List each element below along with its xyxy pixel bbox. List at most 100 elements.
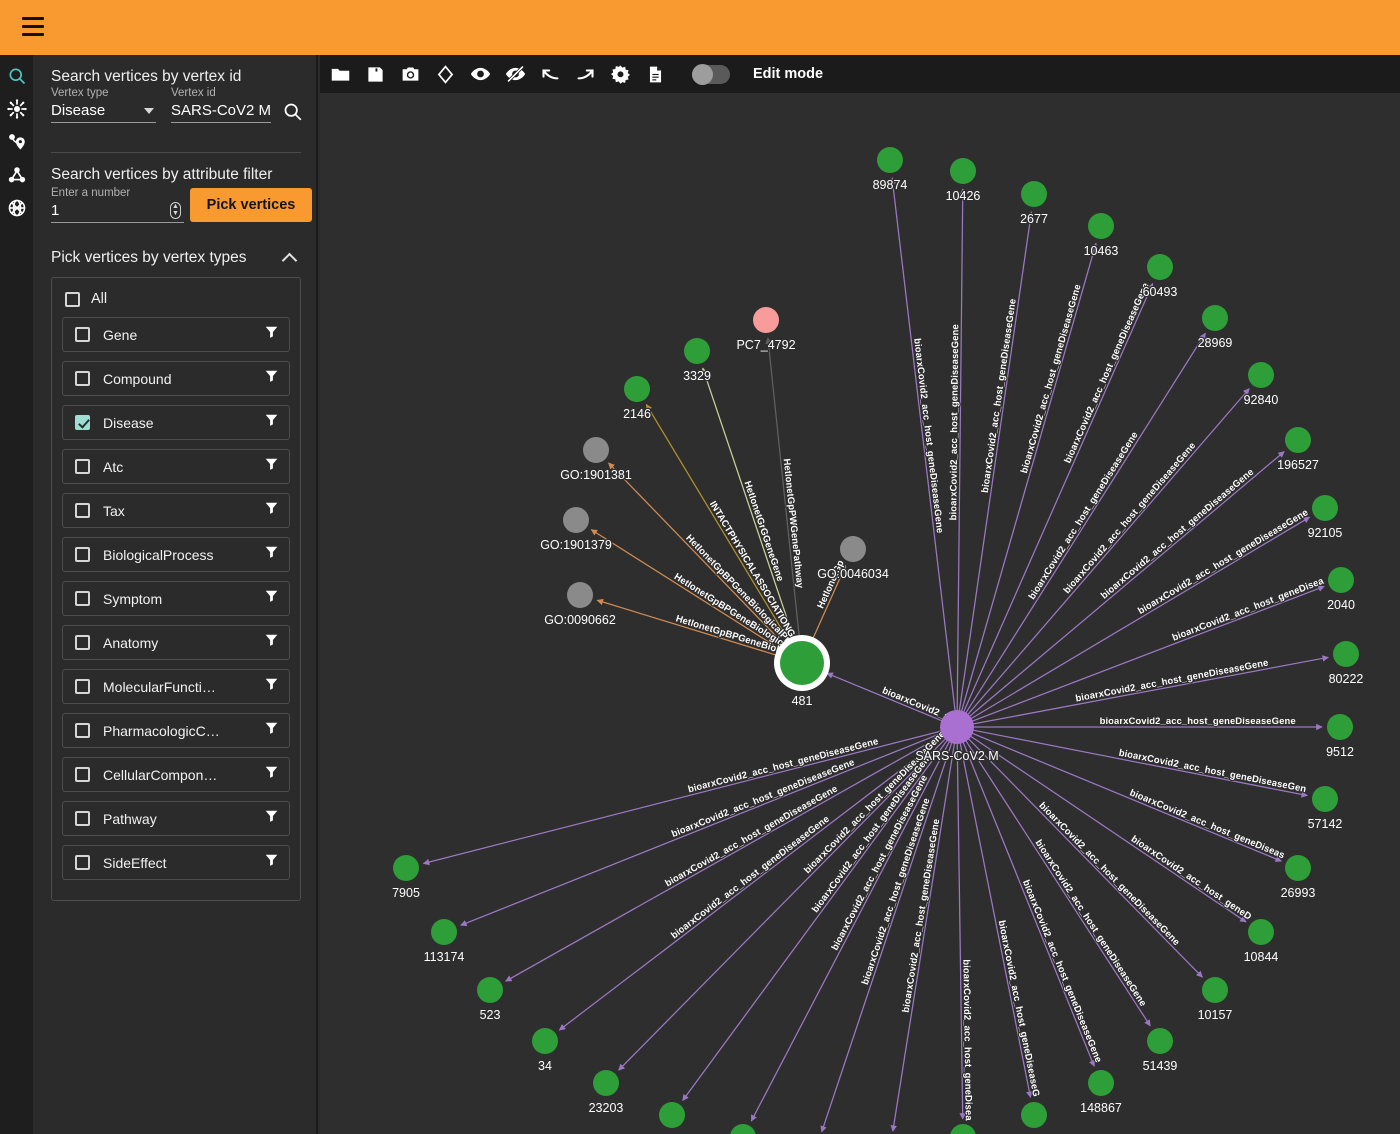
graph-node[interactable]: 25980: [726, 1124, 761, 1134]
camera-icon[interactable]: [400, 64, 421, 85]
node-circle[interactable]: [1202, 305, 1228, 331]
graph-node[interactable]: 10426: [944, 158, 982, 204]
graph-node[interactable]: 23203: [587, 1070, 625, 1116]
graph-edge[interactable]: [889, 177, 957, 716]
node-circle[interactable]: [532, 1028, 558, 1054]
node-circle[interactable]: [950, 158, 976, 184]
node-circle[interactable]: [393, 855, 419, 881]
graph-node[interactable]: 60493: [1141, 254, 1179, 300]
node-circle[interactable]: [877, 147, 903, 173]
graph-nodes-icon[interactable]: [7, 165, 27, 185]
graph-node[interactable]: GO:1901379: [539, 507, 613, 553]
graph-node[interactable]: GO:0046034: [816, 536, 890, 582]
graph-node[interactable]: 92840: [1242, 362, 1280, 408]
node-circle[interactable]: [1248, 362, 1274, 388]
number-stepper-icon[interactable]: ▲ ▼: [170, 202, 181, 219]
node-circle[interactable]: [1021, 1102, 1047, 1128]
vertex-type-checkbox[interactable]: [75, 547, 90, 562]
vertex-type-checkbox[interactable]: [75, 855, 90, 870]
vertex-type-checkbox[interactable]: [75, 635, 90, 650]
vertex-type-checkbox[interactable]: [75, 723, 90, 738]
node-circle[interactable]: [593, 1070, 619, 1096]
graph-node[interactable]: 79934: [1015, 1102, 1053, 1134]
vertex-type-checkbox[interactable]: [75, 371, 90, 386]
node-circle[interactable]: [1328, 567, 1354, 593]
graph-edge[interactable]: [956, 738, 966, 1120]
save-disk-icon[interactable]: [365, 64, 386, 85]
node-circle[interactable]: [780, 641, 824, 685]
graph-node[interactable]: 9512: [1325, 714, 1355, 760]
vertex-type-row[interactable]: PharmacologicC…: [62, 713, 290, 748]
graph-node[interactable]: 196527: [1276, 427, 1320, 473]
graph-node[interactable]: 10531: [653, 1102, 691, 1134]
graph-node[interactable]: 26993: [1279, 855, 1317, 901]
number-input[interactable]: 1 ▲ ▼: [51, 199, 184, 223]
eye-icon[interactable]: [470, 64, 491, 85]
vertex-type-checkbox[interactable]: [75, 811, 90, 826]
graph-node[interactable]: SARS-CoV2 M: [914, 710, 1000, 764]
node-circle[interactable]: [1202, 977, 1228, 1003]
target-icon[interactable]: [435, 64, 456, 85]
graph-node[interactable]: 148867: [1079, 1070, 1123, 1116]
graph-node[interactable]: 10897: [946, 1124, 981, 1134]
filter-funnel-icon[interactable]: [264, 589, 279, 608]
node-circle[interactable]: [477, 977, 503, 1003]
node-circle[interactable]: [1088, 213, 1114, 239]
filter-funnel-icon[interactable]: [264, 369, 279, 388]
vertex-type-row[interactable]: Anatomy: [62, 625, 290, 660]
node-circle[interactable]: [563, 507, 589, 533]
vertex-type-checkbox[interactable]: [75, 679, 90, 694]
graph-node[interactable]: 523: [477, 977, 503, 1023]
vertex-type-checkbox[interactable]: [75, 767, 90, 782]
redo-icon[interactable]: [575, 64, 596, 85]
graph-edge[interactable]: [965, 451, 1285, 720]
vertex-type-row[interactable]: Tax: [62, 493, 290, 528]
graph-node[interactable]: 92105: [1306, 495, 1344, 541]
graph-node[interactable]: 89874: [871, 147, 909, 193]
graph-node[interactable]: 113174: [422, 919, 466, 965]
node-circle[interactable]: [684, 338, 710, 364]
graph-node[interactable]: 28969: [1196, 305, 1234, 351]
node-circle[interactable]: [840, 536, 866, 562]
node-circle[interactable]: [1147, 254, 1173, 280]
vertex-type-all-row[interactable]: All: [62, 287, 290, 317]
graph-edge[interactable]: [968, 655, 1329, 726]
graph-nodes[interactable]: 89874 10426 2677 10463 60493 28969 92840 196527…: [391, 147, 1365, 1134]
vertex-type-row[interactable]: Symptom: [62, 581, 290, 616]
filter-funnel-icon[interactable]: [264, 457, 279, 476]
node-circle[interactable]: [753, 307, 779, 333]
vertex-type-checkbox[interactable]: [75, 503, 90, 518]
node-circle[interactable]: [624, 376, 650, 402]
graph-node[interactable]: GO:0090662: [543, 582, 617, 628]
filter-funnel-icon[interactable]: [264, 809, 279, 828]
filter-funnel-icon[interactable]: [264, 853, 279, 872]
node-circle[interactable]: [1021, 181, 1047, 207]
node-circle[interactable]: [431, 919, 457, 945]
graph-node[interactable]: 57142: [1306, 786, 1344, 832]
gear-icon[interactable]: [610, 64, 631, 85]
filter-funnel-icon[interactable]: [264, 633, 279, 652]
vertex-type-row[interactable]: BiologicalProcess: [62, 537, 290, 572]
graph-canvas[interactable]: bioarxCovid2_acc_host_geneDiseaseGene bio…: [320, 93, 1400, 1134]
document-icon[interactable]: [645, 64, 666, 85]
node-circle[interactable]: [659, 1102, 685, 1128]
vertex-type-checkbox[interactable]: [75, 327, 90, 342]
vertex-type-checkbox[interactable]: [75, 459, 90, 474]
node-circle[interactable]: [1088, 1070, 1114, 1096]
graph-node[interactable]: 10844: [1242, 919, 1280, 965]
vertex-types-header[interactable]: Pick vertices by vertex types: [51, 249, 301, 268]
graph-node[interactable]: PC7_4792: [735, 307, 797, 353]
node-circle[interactable]: [1285, 855, 1311, 881]
node-circle[interactable]: [1248, 919, 1274, 945]
vertex-type-row[interactable]: Pathway: [62, 801, 290, 836]
graph-node[interactable]: 2040: [1326, 567, 1356, 613]
graph-node[interactable]: GO:1901381: [559, 437, 633, 483]
pick-vertices-button[interactable]: Pick vertices: [190, 188, 312, 222]
filter-funnel-icon[interactable]: [264, 501, 279, 520]
node-circle[interactable]: [1285, 427, 1311, 453]
vertex-type-row[interactable]: Gene: [62, 317, 290, 352]
filter-funnel-icon[interactable]: [264, 677, 279, 696]
filter-funnel-icon[interactable]: [264, 721, 279, 740]
node-circle[interactable]: [1327, 714, 1353, 740]
edit-mode-toggle[interactable]: [692, 63, 730, 85]
